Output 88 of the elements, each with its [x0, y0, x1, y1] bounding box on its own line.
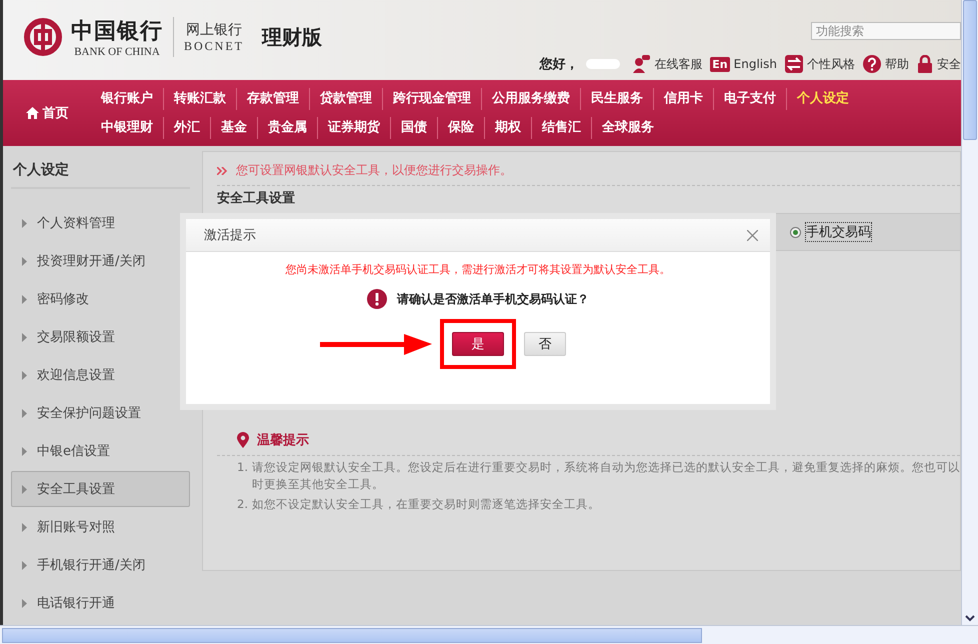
triangle-icon [22, 522, 27, 532]
alert-icon [367, 289, 387, 309]
home-icon [26, 107, 38, 119]
nav-menu-item[interactable]: 全球服务 [591, 116, 664, 138]
product-name-english: BOCNET [184, 38, 244, 54]
section-title: 安全工具设置 [217, 190, 296, 208]
sidebar-item[interactable]: 投资理财开通/关闭 [11, 243, 190, 279]
double-chevron-icon [217, 166, 228, 174]
tip-text: 时更换至其他安全工具。 [252, 476, 385, 493]
nav-menu-item[interactable]: 公用服务缴费 [481, 88, 580, 110]
triangle-icon [22, 408, 27, 418]
tip-text: 请您设定网银默认安全工具。您设定后在进行重要交易时，系统将自动为您选择已选的默认安全工具，避免重复选择的麻烦。您也可以 [252, 459, 960, 476]
cancel-button[interactable]: 否 [524, 332, 566, 356]
scroll-thumb[interactable] [963, 0, 977, 140]
greeting: 您好， [539, 56, 578, 73]
dialog-title: 激活提示 [204, 227, 256, 244]
support-agent-icon [632, 55, 650, 73]
lock-icon [917, 55, 933, 73]
triangle-icon [22, 370, 27, 380]
location-pin-icon [237, 432, 250, 448]
search-field[interactable]: 功能搜索 [811, 22, 961, 40]
nav-menu-item[interactable]: 证券期货 [317, 116, 390, 138]
header-link[interactable]: English [734, 57, 777, 71]
nav-menu-item[interactable]: 结售汇 [531, 116, 591, 138]
nav-menu-item[interactable]: 信用卡 [653, 88, 713, 110]
product-name: 网上银行 [186, 20, 242, 38]
tips-title: 温馨提示 [257, 432, 310, 449]
tip-text: 如您不设定默认安全工具，在重要交易时则需逐笔选择安全工具。 [252, 496, 600, 513]
bank-name: 中国银行 [71, 17, 163, 46]
triangle-icon [22, 294, 27, 304]
triangle-icon [22, 446, 27, 456]
sidebar-item[interactable]: 交易限额设置 [11, 319, 190, 355]
list-number: 2. [237, 496, 248, 513]
sidebar-item[interactable]: 个人资料管理 [11, 205, 190, 241]
horizontal-scrollbar[interactable] [0, 625, 978, 644]
bank-logo-icon [23, 17, 63, 57]
confirm-question: 请确认是否激活单手机交易码认证？ [397, 290, 589, 308]
bank-name-english: BANK OF CHINA [74, 46, 160, 58]
sidebar-item[interactable]: 电话银行开通 [11, 585, 190, 621]
header-link[interactable]: 帮助 [885, 56, 909, 72]
sidebar-item[interactable]: 安全保护问题设置 [11, 395, 190, 431]
header-link[interactable]: 在线客服 [654, 56, 702, 72]
nav-menu-item[interactable]: 贵金属 [257, 116, 317, 138]
home-link[interactable]: 首页 [3, 80, 91, 146]
nav-menu-item[interactable]: 跨行现金管理 [382, 88, 481, 110]
triangle-icon [22, 560, 27, 570]
sidebar-item[interactable]: 安全工具设置 [11, 471, 190, 507]
confirm-button[interactable]: 是 [452, 332, 504, 356]
nav-menu-item[interactable]: 民生服务 [580, 88, 653, 110]
sidebar-item[interactable]: 欢迎信息设置 [11, 357, 190, 393]
sidebar-item[interactable]: 手机银行开通/关闭 [11, 547, 190, 583]
nav-menu-item[interactable]: 电子支付 [713, 88, 786, 110]
language-icon: En [710, 56, 730, 72]
header-link[interactable]: 安全 [937, 56, 961, 72]
nav-menu-item[interactable]: 中银理财 [91, 116, 163, 138]
nav-menu-item[interactable]: 贷款管理 [309, 88, 382, 110]
radio-button[interactable] [790, 226, 801, 238]
sidebar-item[interactable]: 新旧账号对照 [11, 509, 190, 545]
nav-menu-item[interactable]: 银行账户 [91, 88, 163, 110]
nav-menu-item[interactable]: 个人设定 [786, 88, 859, 110]
header-link[interactable]: 个性风格 [807, 56, 855, 72]
nav-menu-item[interactable]: 外汇 [163, 116, 210, 138]
triangle-icon [22, 484, 27, 494]
redaction-mark [586, 59, 620, 69]
edition-title: 理财版 [262, 24, 322, 50]
list-number: 1. [237, 459, 248, 476]
sidebar-item[interactable]: 密码修改 [11, 281, 190, 317]
nav-menu-item[interactable]: 国债 [390, 116, 437, 138]
triangle-icon [22, 256, 27, 266]
triangle-icon [22, 598, 27, 608]
scroll-thumb[interactable] [2, 628, 702, 642]
notice-text: 您可设置网银默认安全工具，以便您进行交易操作。 [236, 162, 512, 179]
triangle-icon [22, 218, 27, 228]
nav-menu-item[interactable]: 保险 [437, 116, 484, 138]
warning-text: 您尚未激活单手机交易码认证工具，需进行激活才可将其设置为默认安全工具。 [286, 262, 670, 277]
radio-label: 手机交易码 [805, 222, 872, 242]
vertical-scrollbar[interactable] [961, 0, 978, 625]
sidebar-title: 个人设定 [11, 151, 190, 189]
nav-menu-item[interactable]: 存款管理 [236, 88, 309, 110]
nav-menu-item[interactable]: 转账汇款 [163, 88, 236, 110]
nav-menu-item[interactable]: 期权 [484, 116, 531, 138]
help-icon [863, 55, 881, 73]
close-button[interactable] [745, 228, 760, 242]
swap-arrows-icon [785, 55, 803, 73]
nav-menu-item[interactable]: 基金 [210, 116, 257, 138]
close-icon [747, 230, 758, 240]
sidebar-item[interactable]: 中银e信设置 [11, 433, 190, 469]
triangle-icon [22, 332, 27, 342]
